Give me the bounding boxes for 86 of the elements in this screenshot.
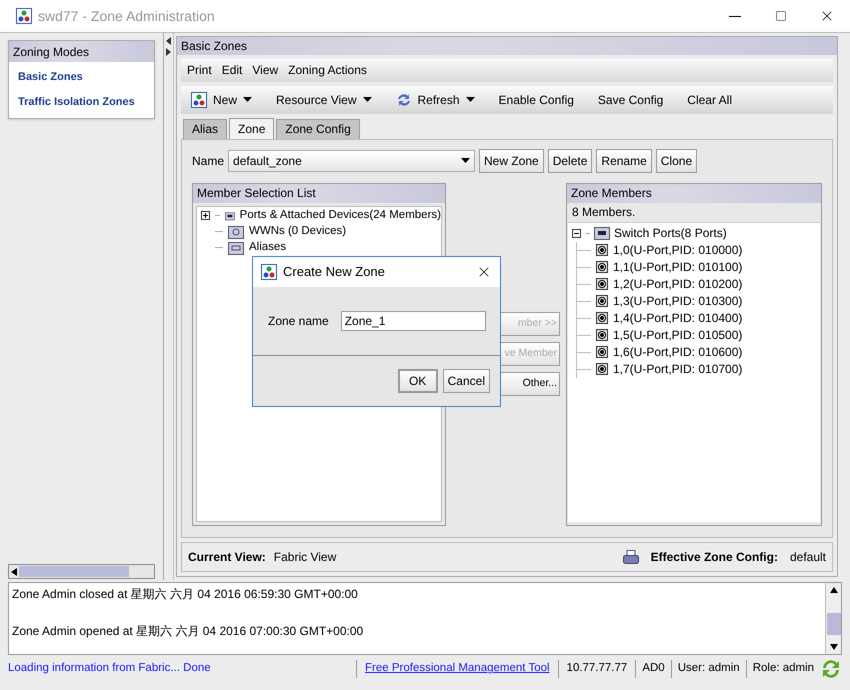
- toolbar-button[interactable]: New: [191, 90, 252, 109]
- toolbar-button[interactable]: Clear All: [687, 90, 732, 109]
- refresh-icon: [396, 92, 412, 108]
- effective-config-label: Effective Zone Config:: [650, 549, 778, 566]
- expand-icon[interactable]: [201, 211, 210, 220]
- window-title: swd77 - Zone Administration: [38, 6, 215, 26]
- dialog-button[interactable]: OK: [398, 369, 438, 393]
- role-label: Role: admin: [746, 660, 820, 678]
- zone-name-field[interactable]: Zone_1: [340, 311, 486, 331]
- printer-icon[interactable]: [622, 550, 639, 565]
- vertical-scrollbar[interactable]: [825, 583, 841, 654]
- sidebar-item[interactable]: Traffic Isolation Zones: [9, 90, 154, 115]
- menu-item[interactable]: Zoning Actions: [288, 61, 367, 80]
- admin-domain: AD0: [635, 660, 671, 678]
- panel-title: Basic Zones: [177, 37, 837, 55]
- scroll-down-icon[interactable]: [830, 644, 838, 650]
- port-icon: [596, 346, 608, 358]
- user-label: User: admin: [670, 660, 746, 678]
- dialog-title: Create New Zone: [283, 263, 385, 282]
- menu-item[interactable]: View: [252, 61, 278, 80]
- zone-name-dropdown[interactable]: default_zone: [228, 150, 476, 172]
- menu-item[interactable]: Edit: [222, 61, 242, 80]
- log-line: Zone Admin opened at 星期六 六月 04 2016 07:00:30 GMT+00:00: [12, 623, 364, 640]
- expand-arrow-icon[interactable]: [166, 48, 172, 56]
- tree-item[interactable]: Switch Ports(8 Ports): [614, 224, 727, 242]
- port-icon: [596, 244, 608, 256]
- app-icon: [16, 8, 32, 24]
- tab[interactable]: Zone Config: [276, 118, 360, 139]
- management-tool-link[interactable]: Free Professional Management Tool: [356, 660, 558, 678]
- menu-item[interactable]: Print: [187, 61, 212, 80]
- sidebar-title: Zoning Modes: [9, 41, 154, 62]
- toolbar-button[interactable]: Enable Config: [498, 90, 574, 109]
- tree-item[interactable]: 1,5(U-Port,PID: 010500): [613, 326, 742, 344]
- tree-item[interactable]: 1,4(U-Port,PID: 010400): [613, 309, 742, 328]
- port-icon: [596, 261, 608, 274]
- device-folder-icon: [594, 226, 610, 240]
- tree-item[interactable]: 1,0(U-Port,PID: 010000): [613, 241, 742, 260]
- current-view-value: Fabric View: [274, 549, 336, 566]
- network-icon: [191, 92, 207, 108]
- tree-item[interactable]: 1,3(U-Port,PID: 010300): [613, 292, 742, 310]
- app-icon: [261, 264, 277, 280]
- tree-item[interactable]: 1,6(U-Port,PID: 010600): [613, 343, 742, 362]
- tab[interactable]: Zone: [229, 118, 274, 139]
- globe-folder-icon: [228, 224, 244, 239]
- tree-item[interactable]: 1,1(U-Port,PID: 010100): [613, 258, 742, 276]
- toolbar-button[interactable]: Save Config: [598, 90, 664, 109]
- tree-item[interactable]: 1,2(U-Port,PID: 010200): [613, 275, 742, 294]
- scroll-left-icon[interactable]: [11, 568, 17, 576]
- current-view-label: Current View:: [188, 549, 266, 566]
- caret-icon: [243, 97, 252, 102]
- zone-action-button[interactable]: Rename: [596, 148, 652, 173]
- port-icon: [596, 363, 608, 376]
- panel-header: Zone Members: [567, 184, 821, 203]
- effective-config-value: default: [790, 549, 826, 566]
- member-count: 8 Members.: [571, 204, 636, 222]
- caret-icon: [461, 158, 470, 164]
- tree-item[interactable]: 1,7(U-Port,PID: 010700): [613, 360, 742, 378]
- collapse-arrow-icon[interactable]: [166, 37, 172, 45]
- port-icon: [596, 295, 608, 308]
- maximize-icon: [775, 10, 787, 22]
- tab[interactable]: Alias: [183, 118, 228, 139]
- port-icon: [596, 278, 608, 290]
- panel-header: Member Selection List: [193, 184, 445, 203]
- log-line: Zone Admin closed at 星期六 六月 04 2016 06:59:30 GMT+00:00: [12, 586, 359, 603]
- zone-name-label: Zone name: [268, 313, 329, 330]
- dialog-button[interactable]: Cancel: [442, 369, 490, 393]
- collapse-icon[interactable]: [572, 228, 581, 238]
- horizontal-scrollbar[interactable]: [8, 564, 156, 579]
- folder-icon: [228, 240, 244, 255]
- tree-item[interactable]: WWNs (0 Devices): [249, 223, 346, 240]
- port-icon: [596, 329, 608, 342]
- status-message: Loading information from Fabric... Done: [8, 661, 212, 676]
- zone-action-button[interactable]: Delete: [548, 148, 592, 173]
- zone-action-button[interactable]: New Zone: [479, 148, 544, 173]
- ip-address: 10.77.77.77: [558, 660, 636, 678]
- zone-action-button[interactable]: Clone: [656, 148, 698, 173]
- tree-item[interactable]: Aliases: [249, 239, 286, 256]
- sidebar-item[interactable]: Basic Zones: [9, 65, 154, 90]
- caret-icon: [362, 97, 372, 102]
- toolbar-button[interactable]: Resource View: [276, 90, 372, 109]
- caret-icon: [466, 97, 475, 102]
- name-label: Name: [192, 152, 224, 170]
- port-icon: [596, 312, 608, 324]
- tree-item[interactable]: Ports & Attached Devices(24 Members): [240, 207, 441, 224]
- scroll-up-icon[interactable]: [830, 587, 838, 593]
- toolbar-button[interactable]: Refresh: [396, 90, 475, 109]
